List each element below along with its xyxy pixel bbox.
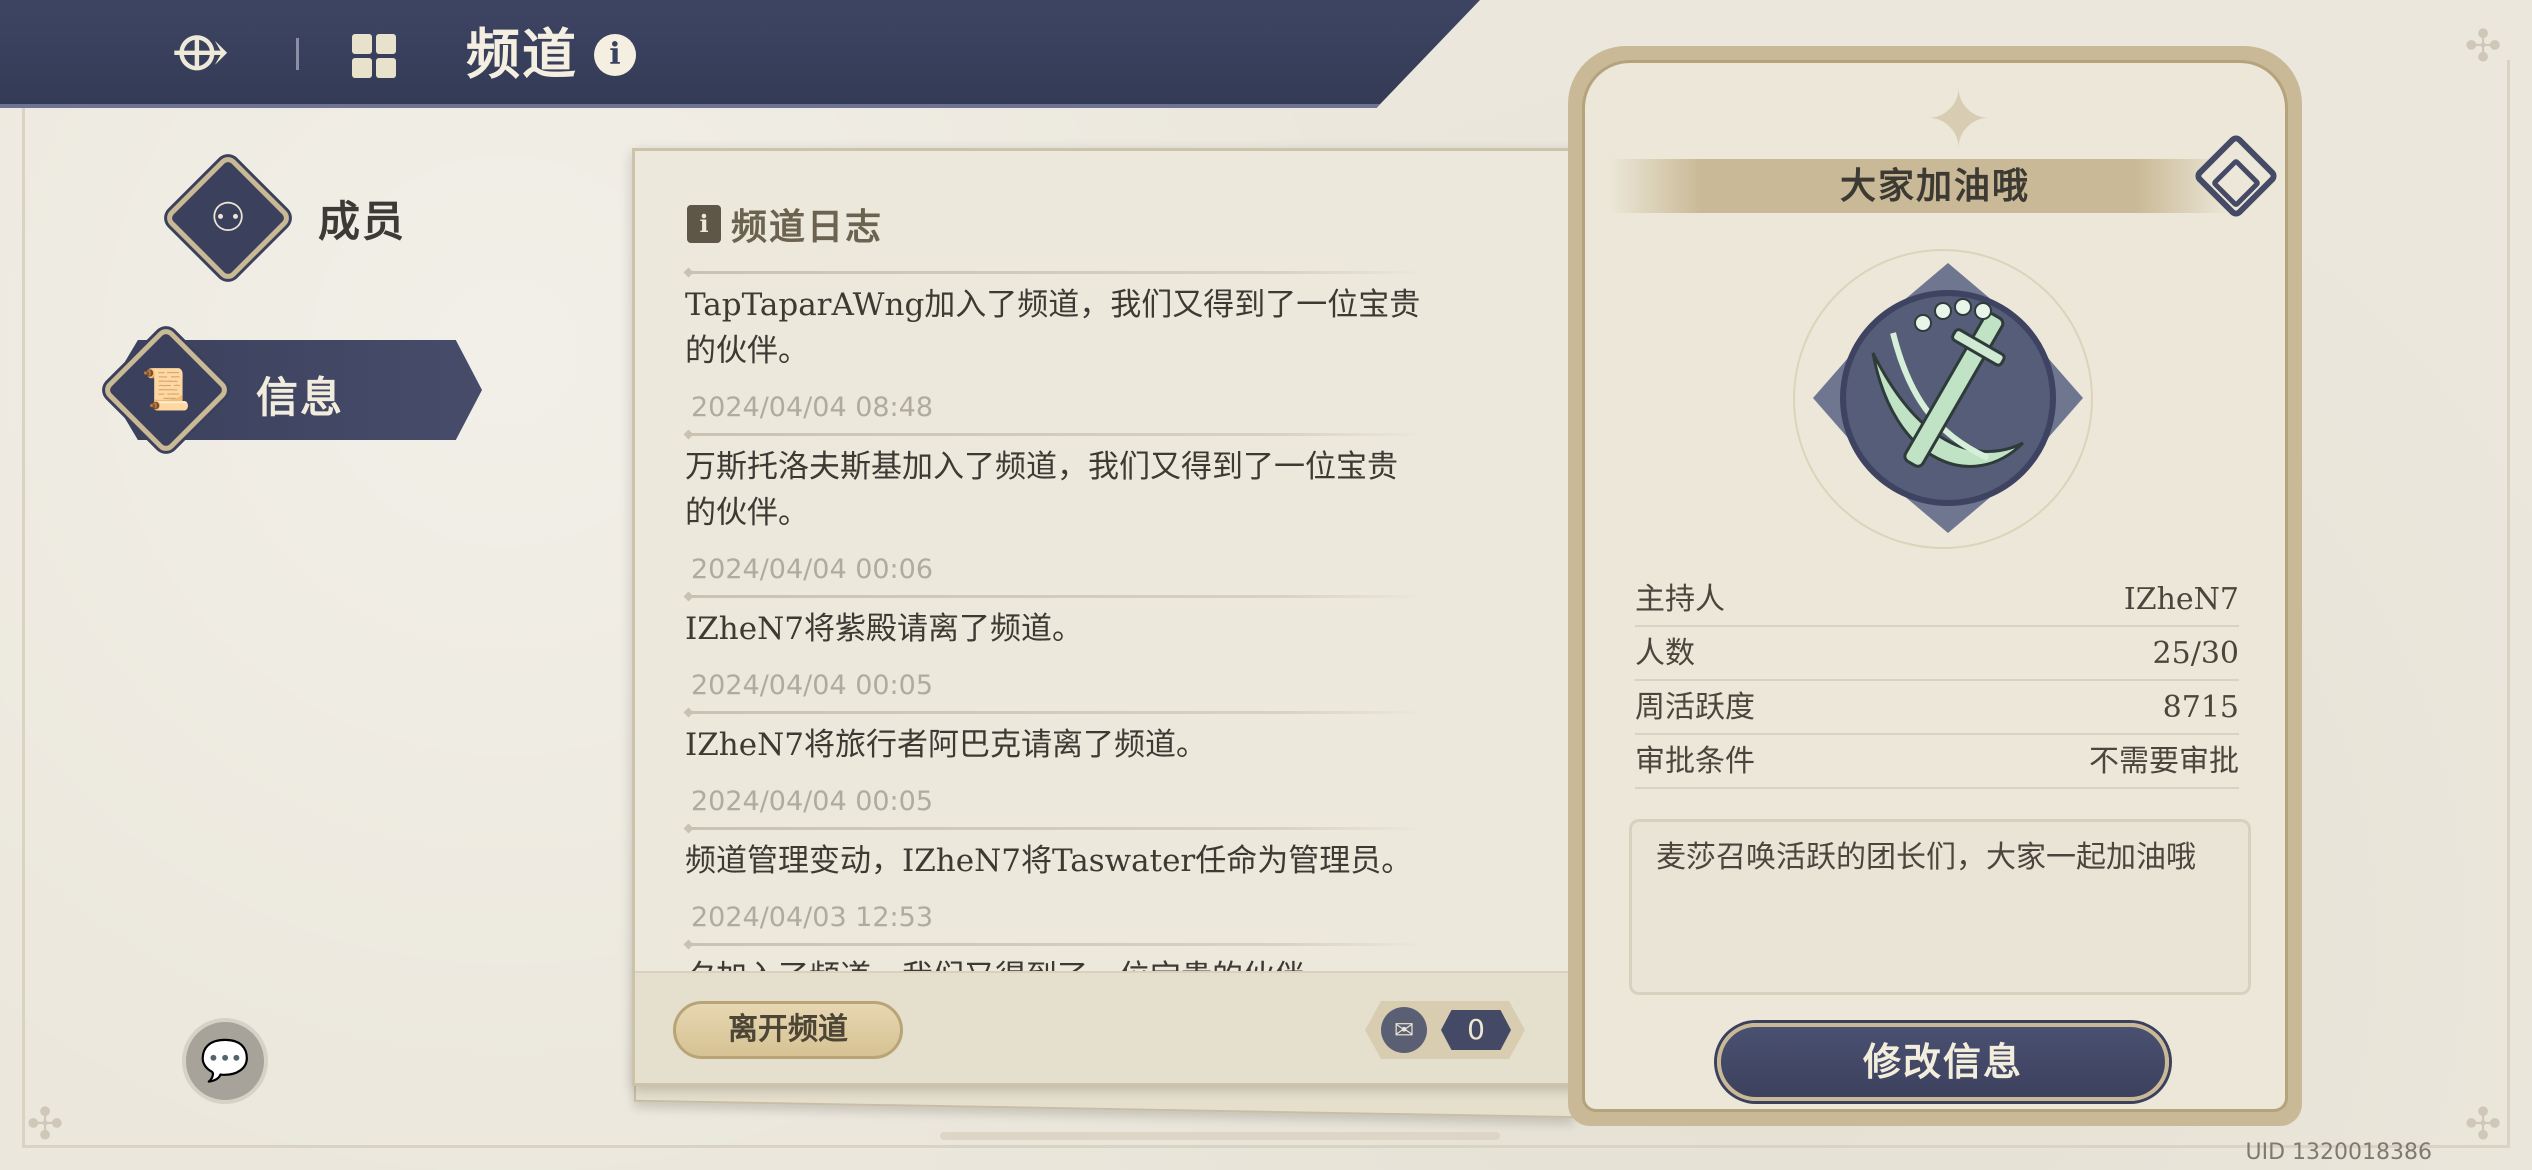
log-entry-time: 2024/04/04 08:48 <box>691 392 934 423</box>
scroll-indicator <box>940 1132 1500 1140</box>
corner-ornament-icon: ✣ <box>2464 1099 2502 1150</box>
chat-bubble-icon[interactable]: 💬 <box>182 1018 268 1104</box>
scroll-icon: 📜 <box>100 324 232 456</box>
log-footer: 离开频道 ✉ 0 <box>635 971 1579 1083</box>
mail-count: 0 <box>1441 1010 1511 1050</box>
corner-ornament-icon: ✣ <box>2464 21 2502 72</box>
mail-person-icon: ✉ <box>1381 1007 1427 1053</box>
corner-ornament-icon: ✣ <box>26 1099 64 1150</box>
stat-label: 主持人 <box>1635 582 1725 617</box>
channel-description: 麦莎召唤活跃的团长们，大家一起加油哦 <box>1629 819 2251 995</box>
log-list[interactable]: TapTaparAWng加入了频道，我们又得到了一位宝贵的伙伴。 2024/04… <box>685 271 1425 1000</box>
log-header: ℹ 频道日志 <box>687 199 883 249</box>
leave-channel-button[interactable]: 离开频道 <box>673 1001 903 1059</box>
channel-name: 大家加油哦 <box>1839 165 2030 207</box>
stat-row-approval: 审批条件 不需要审批 <box>1635 735 2239 789</box>
log-entry-time: 2024/04/04 00:05 <box>691 670 934 701</box>
nav-item-members[interactable]: ⚇ 成员 <box>162 152 428 284</box>
channel-stats: 主持人 IZheN7 人数 25/30 周活跃度 8715 审批条件 不需要审批 <box>1635 573 2239 789</box>
stat-label: 审批条件 <box>1635 744 1755 779</box>
edit-info-button[interactable]: 修改信息 <box>1717 1023 2169 1101</box>
stat-row-host: 主持人 IZheN7 <box>1635 573 2239 627</box>
stat-value: 25/30 <box>2152 636 2239 671</box>
channel-info-card: ✦ 大家加油哦 主持人 IZheN7 人数 25/30 周活跃度 8715 审批… <box>1568 46 2302 1126</box>
header-divider <box>296 38 299 70</box>
stat-row-members: 人数 25/30 <box>1635 627 2239 681</box>
user-uid: UID 1320018386 <box>2245 1140 2433 1165</box>
nav-label-info: 信息 <box>256 373 345 422</box>
stat-row-activity: 周活跃度 8715 <box>1635 681 2239 735</box>
log-entry-message: 频道管理变动，IZheN7将Taswater任命为管理员。 <box>685 843 1413 879</box>
nav-label-members: 成员 <box>318 197 407 246</box>
stat-label: 周活跃度 <box>1635 690 1755 725</box>
stat-value: 8715 <box>2162 690 2239 725</box>
log-entry-message: IZheN7将紫殿请离了频道。 <box>685 611 1083 647</box>
channel-emblem-icon <box>1813 263 2083 533</box>
trident-back-icon[interactable]: ⟴ <box>160 18 240 88</box>
stat-label: 人数 <box>1635 636 1695 671</box>
card-inner: ✦ 大家加油哦 主持人 IZheN7 人数 25/30 周活跃度 8715 审批… <box>1582 60 2288 1112</box>
log-entry-time: 2024/04/04 00:06 <box>691 554 934 585</box>
compass-star-icon: ✦ <box>1925 73 1993 166</box>
stat-value: IZheN7 <box>2123 582 2239 617</box>
members-icon: ⚇ <box>210 195 246 241</box>
log-entry-time: 2024/04/03 12:53 <box>691 902 934 933</box>
log-title: 频道日志 <box>731 206 884 248</box>
info-icon[interactable]: i <box>594 34 636 76</box>
log-entry-message: IZheN7将旅行者阿巴克请离了频道。 <box>685 727 1207 763</box>
invite-mail-badge[interactable]: ✉ 0 <box>1365 1001 1525 1059</box>
log-book-icon: ℹ <box>687 205 721 243</box>
page-title: 频道 <box>466 22 578 86</box>
log-entry-message: TapTaparAWng加入了频道，我们又得到了一位宝贵的伙伴。 <box>685 287 1421 369</box>
log-entry-message: 万斯托洛夫斯基加入了频道，我们又得到了一位宝贵的伙伴。 <box>685 449 1398 531</box>
header-bar: ⟴ 频道 i <box>0 0 1480 108</box>
grid-icon <box>352 34 396 78</box>
channel-log-panel: ℹ 频道日志 TapTaparAWng加入了频道，我们又得到了一位宝贵的伙伴。 … <box>632 148 1582 1086</box>
stat-value: 不需要审批 <box>2089 744 2239 779</box>
log-entry-time: 2024/04/04 00:05 <box>691 786 934 817</box>
